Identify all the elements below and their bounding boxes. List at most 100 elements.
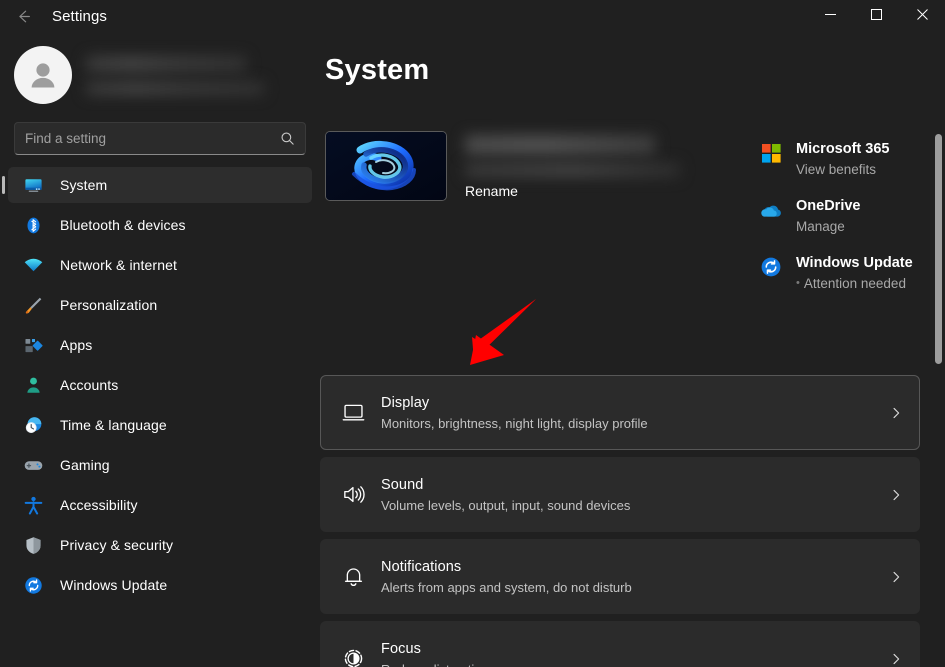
back-button[interactable] [6, 2, 40, 30]
card-title: Focus [381, 639, 881, 659]
back-arrow-icon [15, 8, 32, 25]
microsoft-logo-icon [760, 142, 782, 164]
gamepad-icon [22, 454, 44, 476]
account-subtitle: Attention needed [796, 274, 913, 293]
person-icon [22, 374, 44, 396]
search-icon[interactable] [280, 131, 295, 146]
main-content: System [320, 32, 945, 667]
sidebar-item-windows-update[interactable]: Windows Update [8, 567, 312, 603]
card-text: Display Monitors, brightness, night ligh… [381, 393, 881, 433]
windows-bloom-wallpaper [326, 132, 446, 200]
page-title: System [325, 54, 945, 87]
sidebar-item-network-internet[interactable]: Network & internet [8, 247, 312, 283]
speaker-icon [335, 482, 371, 507]
scrollbar-thumb[interactable] [935, 134, 942, 364]
chevron-right-icon [889, 570, 903, 584]
close-icon [917, 7, 928, 25]
search-container [14, 122, 306, 155]
title-bar: Settings [0, 0, 945, 32]
card-subtitle: Monitors, brightness, night light, displ… [381, 414, 881, 433]
settings-card-display[interactable]: Display Monitors, brightness, night ligh… [320, 375, 920, 450]
bluetooth-icon [22, 214, 44, 236]
search-box[interactable] [14, 122, 306, 155]
account-subtitle: View benefits [796, 160, 889, 179]
sidebar-item-label: Time & language [60, 417, 167, 433]
sidebar-item-label: Accessibility [60, 497, 138, 513]
app-title: Settings [52, 8, 107, 25]
sidebar-item-label: Privacy & security [60, 537, 173, 553]
onedrive-cloud-icon [760, 199, 782, 221]
account-title: OneDrive [796, 197, 860, 216]
card-subtitle: Volume levels, output, input, sound devi… [381, 496, 881, 515]
settings-card-notifications[interactable]: Notifications Alerts from apps and syste… [320, 539, 920, 614]
update-sync-icon [22, 574, 44, 596]
card-title: Notifications [381, 557, 881, 577]
settings-card-list: Display Monitors, brightness, night ligh… [320, 375, 920, 667]
search-input[interactable] [25, 131, 274, 146]
display-monitor-icon [335, 400, 371, 425]
shield-icon [22, 534, 44, 556]
microsoft-365-entry[interactable]: Microsoft 365 View benefits [760, 140, 945, 179]
sidebar-item-personalization[interactable]: Personalization [8, 287, 312, 323]
close-button[interactable] [899, 0, 945, 32]
sidebar-item-label: Personalization [60, 297, 157, 313]
minimize-button[interactable] [807, 0, 853, 32]
card-subtitle: Reduce distractions [381, 660, 881, 667]
scrollbar-track[interactable] [931, 72, 945, 667]
account-title: Microsoft 365 [796, 140, 889, 159]
windows-update-entry[interactable]: Windows Update Attention needed [760, 254, 945, 293]
sidebar-item-accounts[interactable]: Accounts [8, 367, 312, 403]
account-subtitle: Manage [796, 217, 860, 236]
account-title: Windows Update [796, 254, 913, 273]
sidebar-item-accessibility[interactable]: Accessibility [8, 487, 312, 523]
account-text: Windows Update Attention needed [796, 254, 913, 293]
sidebar-item-time-language[interactable]: Time & language [8, 407, 312, 443]
sidebar-item-label: Windows Update [60, 577, 167, 593]
sidebar-item-system[interactable]: System [8, 167, 312, 203]
user-email-redacted [86, 82, 264, 95]
sidebar-item-apps[interactable]: Apps [8, 327, 312, 363]
onedrive-entry[interactable]: OneDrive Manage [760, 197, 945, 236]
sidebar-item-label: Apps [60, 337, 92, 353]
rename-button[interactable]: Rename [465, 183, 518, 199]
bell-icon [335, 564, 371, 589]
sidebar-item-label: Accounts [60, 377, 118, 393]
sidebar-item-privacy-security[interactable]: Privacy & security [8, 527, 312, 563]
apps-icon [22, 334, 44, 356]
focus-moon-icon [335, 646, 371, 667]
device-model-redacted [465, 163, 680, 177]
sidebar-nav: System Bluetooth & devices [0, 165, 320, 603]
device-name-redacted [465, 135, 655, 155]
wifi-icon [22, 254, 44, 276]
account-text: OneDrive Manage [796, 197, 860, 236]
window-controls [807, 0, 945, 32]
sidebar-item-label: Gaming [60, 457, 110, 473]
clock-globe-icon [22, 414, 44, 436]
sidebar-item-label: System [60, 177, 107, 193]
user-identity [86, 56, 266, 95]
maximize-icon [871, 7, 882, 25]
settings-card-sound[interactable]: Sound Volume levels, output, input, soun… [320, 457, 920, 532]
app-shell: System Bluetooth & devices [0, 32, 945, 667]
user-profile[interactable] [0, 38, 320, 114]
sidebar: System Bluetooth & devices [0, 32, 320, 667]
sidebar-item-label: Bluetooth & devices [60, 217, 186, 233]
maximize-button[interactable] [853, 0, 899, 32]
account-text: Microsoft 365 View benefits [796, 140, 889, 179]
user-name-redacted [86, 56, 246, 72]
windows-update-icon [760, 256, 782, 278]
sidebar-item-gaming[interactable]: Gaming [8, 447, 312, 483]
wallpaper-thumbnail [325, 131, 447, 201]
card-text: Focus Reduce distractions [381, 639, 881, 667]
minimize-icon [825, 7, 836, 25]
account-panel: Microsoft 365 View benefits OneDrive Man… [760, 140, 945, 311]
card-title: Display [381, 393, 881, 413]
card-title: Sound [381, 475, 881, 495]
user-avatar-icon [23, 55, 63, 95]
chevron-right-icon [889, 488, 903, 502]
paintbrush-icon [22, 294, 44, 316]
card-subtitle: Alerts from apps and system, do not dist… [381, 578, 881, 597]
card-text: Notifications Alerts from apps and syste… [381, 557, 881, 597]
sidebar-item-bluetooth-devices[interactable]: Bluetooth & devices [8, 207, 312, 243]
settings-card-focus[interactable]: Focus Reduce distractions [320, 621, 920, 667]
